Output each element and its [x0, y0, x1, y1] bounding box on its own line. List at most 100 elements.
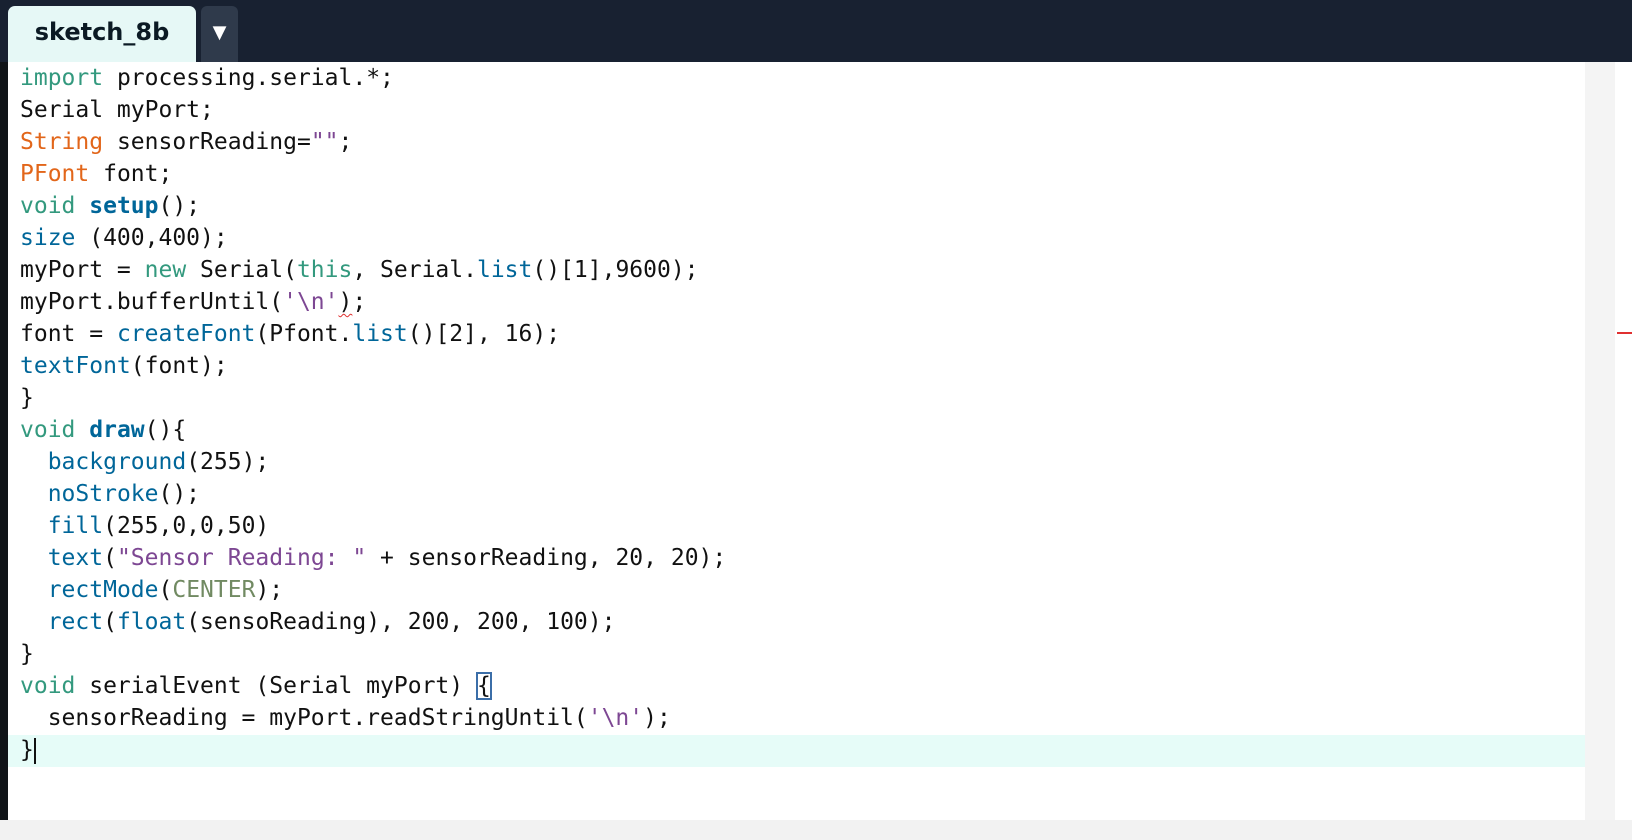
code-line[interactable]: fill(255,0,0,50): [20, 510, 726, 542]
code-token: import: [20, 65, 104, 91]
text-cursor: [33, 737, 36, 764]
code-line[interactable]: sensorReading = myPort.readStringUntil('…: [20, 702, 726, 734]
code-token: sensorReading = myPort.readStringUntil(: [20, 705, 588, 731]
code-line[interactable]: Serial myPort;: [20, 94, 726, 126]
error-marker[interactable]: [1617, 332, 1632, 334]
code-line[interactable]: void serialEvent (Serial myPort) {: [20, 670, 726, 702]
error-marker-column: [1615, 62, 1632, 820]
code-token: (: [158, 577, 173, 603]
code-token: rect: [47, 609, 104, 635]
code-line[interactable]: size (400,400);: [20, 222, 726, 254]
processing-ide-window: sketch_8b ▼ import processing.serial.*; S…: [0, 0, 1632, 840]
code-token: sensorReading=: [103, 129, 311, 155]
code-line[interactable]: rectMode(CENTER);: [20, 574, 726, 606]
code-line[interactable]: import processing.serial.*;: [20, 62, 726, 94]
code-token: draw: [89, 417, 145, 443]
code-token: PFont: [20, 161, 90, 187]
vertical-scrollbar[interactable]: [1585, 62, 1615, 820]
tab-menu-dropdown-icon[interactable]: ▼: [201, 6, 238, 62]
code-token: serialEvent (Serial myPort): [75, 673, 477, 699]
code-line[interactable]: font = createFont(Pfont.list()[2], 16);: [20, 318, 726, 350]
code-line[interactable]: textFont(font);: [20, 350, 726, 382]
code-token: fill: [47, 513, 104, 539]
code-token: ();: [158, 193, 201, 219]
code-line[interactable]: background(255);: [20, 446, 726, 478]
code-token: createFont: [116, 321, 256, 347]
code-token: ()[1],9600);: [532, 257, 699, 283]
code-token: "": [310, 129, 339, 155]
code-token: String: [20, 129, 104, 155]
code-editor[interactable]: import processing.serial.*; Serial myPort…: [8, 62, 1585, 820]
code-token: (255);: [186, 449, 270, 475]
code-token: (sensoReading), 200, 200, 100);: [186, 609, 616, 635]
code-line[interactable]: String sensorReading="";: [20, 126, 726, 158]
code-token: float: [116, 609, 187, 635]
code-token: new: [144, 257, 187, 283]
code-text[interactable]: import processing.serial.*; Serial myPort…: [20, 62, 726, 766]
code-token: );: [643, 705, 671, 731]
code-token: void: [20, 193, 76, 219]
code-token: Serial(: [186, 257, 297, 283]
code-token: size: [20, 225, 76, 251]
code-token: (: [103, 545, 117, 571]
code-token: processing.serial.*;: [103, 65, 394, 91]
horizontal-scrollbar[interactable]: [0, 820, 1632, 840]
code-token: list: [352, 321, 408, 347]
code-token: textFont: [20, 353, 131, 379]
code-token: this: [296, 257, 353, 283]
line-number-gutter: [0, 62, 8, 840]
code-token: '\n': [283, 289, 339, 315]
code-token: + sensorReading, 20, 20);: [366, 545, 727, 571]
code-token: myPort =: [20, 257, 145, 283]
tab-sketch[interactable]: sketch_8b: [8, 6, 196, 62]
code-token: Serial myPort;: [20, 97, 214, 123]
code-token: '\n': [587, 705, 644, 731]
code-line[interactable]: }: [20, 638, 726, 670]
code-line[interactable]: }: [20, 382, 726, 414]
code-token: list: [476, 257, 533, 283]
code-line[interactable]: myPort = new Serial(this, Serial.list()[…: [20, 254, 726, 286]
code-token: (Pfont.: [255, 321, 353, 347]
code-token: (font);: [130, 353, 228, 379]
code-token: void: [20, 417, 76, 443]
code-token: ;: [338, 129, 353, 155]
code-token: (: [103, 609, 117, 635]
code-token: void: [20, 673, 76, 699]
code-line[interactable]: rect(float(sensoReading), 200, 200, 100)…: [20, 606, 726, 638]
code-token: ): [338, 289, 353, 315]
code-token: }: [20, 737, 34, 763]
code-line[interactable]: text("Sensor Reading: " + sensorReading,…: [20, 542, 727, 574]
code-token: {: [475, 672, 492, 700]
code-token: ();: [158, 481, 201, 507]
code-token: CENTER: [172, 577, 256, 603]
code-token: font;: [89, 161, 173, 187]
code-token: (255,0,0,50): [103, 513, 270, 539]
code-token: ()[2], 16);: [407, 321, 561, 347]
code-token: ;: [352, 289, 367, 315]
code-token: noStroke: [47, 481, 159, 507]
code-token: font =: [20, 321, 117, 347]
code-token: text: [47, 545, 104, 571]
code-line[interactable]: myPort.bufferUntil('\n');: [20, 286, 726, 318]
code-token: "Sensor Reading: ": [116, 545, 367, 571]
code-line[interactable]: PFont font;: [20, 158, 726, 190]
code-token: background: [47, 449, 187, 475]
tab-bar: sketch_8b ▼: [0, 0, 1632, 62]
code-line[interactable]: }: [20, 734, 726, 766]
code-token: , Serial.: [352, 257, 477, 283]
code-line[interactable]: noStroke();: [20, 478, 726, 510]
code-token: myPort.bufferUntil(: [20, 289, 284, 315]
code-token: }: [20, 641, 34, 667]
code-line[interactable]: void setup();: [20, 190, 726, 222]
code-token: (){: [144, 417, 187, 443]
code-token: (400,400);: [75, 225, 228, 251]
code-token: rectMode: [47, 577, 159, 603]
code-line[interactable]: void draw(){: [20, 414, 726, 446]
